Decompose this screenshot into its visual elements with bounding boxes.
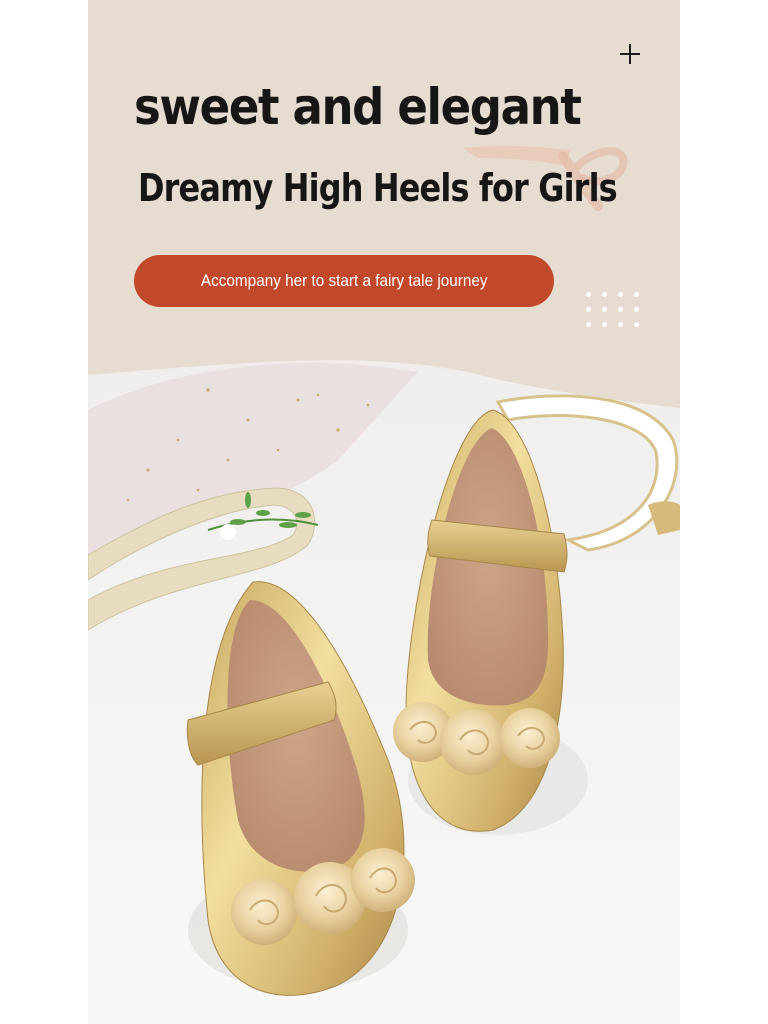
plus-icon[interactable]: [618, 42, 642, 66]
cta-label: Accompany her to start a fairy tale jour…: [200, 271, 488, 290]
headline: sweet and elegant: [134, 78, 582, 136]
dot-grid-icon: [586, 292, 646, 328]
product-banner: sweet and elegant Dreamy High Heels for …: [88, 0, 680, 1024]
cta-button[interactable]: Accompany her to start a fairy tale jour…: [134, 255, 554, 307]
subheadline: Dreamy High Heels for Girls: [138, 166, 618, 210]
